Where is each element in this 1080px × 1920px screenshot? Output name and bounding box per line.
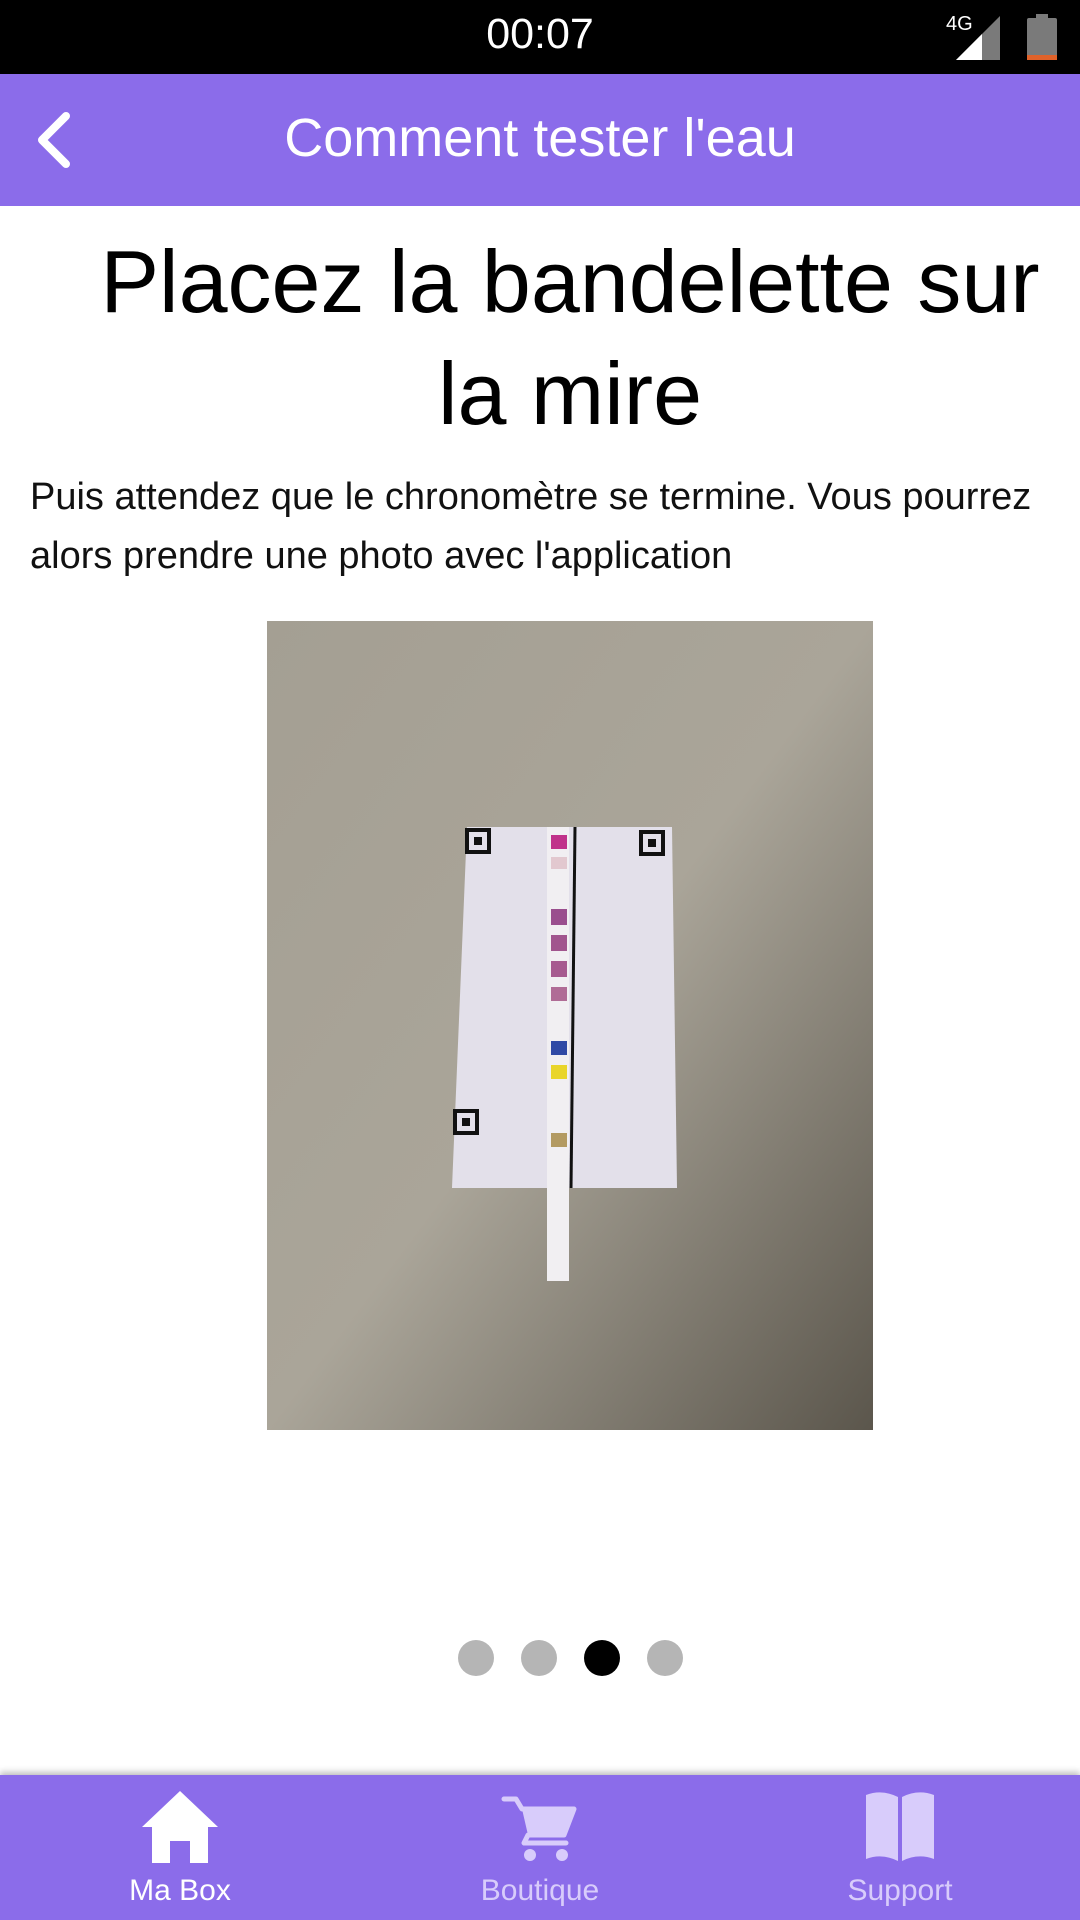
nav-label-ma-box: Ma Box bbox=[129, 1874, 231, 1907]
test-strip-photo bbox=[267, 621, 873, 1430]
battery-low-icon bbox=[1027, 14, 1057, 60]
nav-label-support: Support bbox=[847, 1874, 953, 1907]
app-bar: Comment tester l'eau bbox=[0, 74, 1080, 206]
status-bar: 00:07 4G bbox=[0, 0, 1080, 74]
page-dot-1[interactable] bbox=[458, 1640, 494, 1676]
status-time: 00:07 bbox=[486, 10, 594, 58]
cellular-signal-icon: 4G bbox=[946, 13, 1000, 60]
book-icon bbox=[866, 1792, 934, 1861]
step-heading: Placez la bandelette sur la mire bbox=[100, 232, 1040, 443]
cart-icon bbox=[501, 1796, 577, 1861]
bottom-navigation: Ma Box Boutique Support bbox=[0, 1775, 1080, 1920]
home-icon bbox=[142, 1791, 218, 1863]
page-dot-4[interactable] bbox=[647, 1640, 683, 1676]
page-title: Comment tester l'eau bbox=[284, 108, 796, 168]
network-type-label: 4G bbox=[946, 13, 973, 35]
step-description: Puis attendez que le chronomètre se term… bbox=[30, 476, 1032, 577]
nav-item-ma-box[interactable]: Ma Box bbox=[0, 1775, 360, 1920]
page-dot-2[interactable] bbox=[521, 1640, 557, 1676]
nav-item-support[interactable]: Support bbox=[720, 1775, 1080, 1920]
page-indicator bbox=[0, 1640, 1080, 1676]
nav-item-boutique[interactable]: Boutique bbox=[360, 1775, 720, 1920]
page-dot-3[interactable] bbox=[584, 1640, 620, 1676]
nav-label-boutique: Boutique bbox=[480, 1874, 600, 1907]
